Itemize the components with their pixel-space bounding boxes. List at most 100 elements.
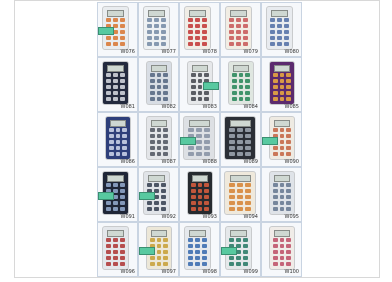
- keypad-key: [286, 188, 292, 193]
- keypad-key: [195, 261, 200, 266]
- product-thumbnail[interactable]: W081: [97, 57, 138, 112]
- product-thumbnail[interactable]: W096: [97, 222, 138, 277]
- keypad-key: [229, 41, 234, 46]
- product-code-label: W078: [202, 49, 218, 55]
- keypad-key: [163, 72, 169, 77]
- keypad-key: [202, 29, 207, 34]
- product-thumbnail[interactable]: W086: [97, 112, 138, 167]
- keypad-key: [204, 188, 210, 193]
- product-thumbnail[interactable]: W090: [261, 112, 302, 167]
- keypad-key: [156, 84, 162, 89]
- product-thumbnail[interactable]: W098: [179, 222, 220, 277]
- product-thumbnail[interactable]: W093: [179, 167, 220, 222]
- keypad-key: [270, 23, 275, 28]
- keypad-key: [122, 133, 128, 138]
- keypad-key: [195, 151, 203, 156]
- keypad-key: [188, 41, 193, 46]
- product-code-label: W097: [161, 269, 177, 275]
- product-thumbnail[interactable]: W097: [138, 222, 179, 277]
- keypad-key: [286, 182, 292, 187]
- keypad-key: [286, 78, 292, 83]
- product-thumbnail[interactable]: W092: [138, 167, 179, 222]
- product-thumbnail[interactable]: W089: [220, 112, 261, 167]
- keypad-buttons: [188, 17, 207, 46]
- product-thumbnail[interactable]: W091: [97, 167, 138, 222]
- product-thumbnail[interactable]: W083: [179, 57, 220, 112]
- product-thumbnail[interactable]: W079: [220, 2, 261, 57]
- keypad-key: [202, 255, 207, 260]
- ribbon-cable: [139, 192, 155, 201]
- keypad-key: [195, 41, 200, 46]
- keypad-key: [122, 127, 128, 132]
- keypad-key: [279, 127, 285, 132]
- keypad-key: [113, 84, 118, 89]
- keypad-key: [161, 188, 166, 193]
- product-thumbnail[interactable]: W095: [261, 167, 302, 222]
- keypad-key: [272, 90, 278, 95]
- keypad-key: [286, 194, 292, 199]
- keypad-key: [188, 29, 193, 34]
- keypad-key: [272, 72, 278, 77]
- keypad-key: [156, 249, 162, 254]
- keypad-key: [106, 41, 111, 46]
- product-thumbnail[interactable]: W078: [179, 2, 220, 57]
- keypad-key: [204, 151, 211, 156]
- product-thumbnail[interactable]: W077: [138, 2, 179, 57]
- display-window: [273, 64, 291, 72]
- product-code-label: W080: [284, 49, 300, 55]
- keypad-key: [238, 72, 244, 77]
- product-thumbnail[interactable]: W088: [179, 112, 220, 167]
- keypad-key: [245, 72, 251, 77]
- display-window: [106, 229, 125, 237]
- keypad-key: [120, 255, 125, 260]
- keypad-key: [149, 90, 155, 95]
- keypad-key: [106, 96, 111, 101]
- keypad-key: [245, 139, 252, 144]
- keypad-key: [197, 90, 203, 95]
- keypad-key: [279, 84, 285, 89]
- keypad-key: [163, 255, 169, 260]
- keypad-key: [245, 90, 251, 95]
- membrane-keypad-image: [106, 117, 130, 159]
- keypad-key: [163, 84, 169, 89]
- product-thumbnail[interactable]: W094: [220, 167, 261, 222]
- keypad-key: [272, 237, 278, 242]
- keypad-key: [204, 139, 211, 144]
- keypad-key: [272, 194, 278, 199]
- product-thumbnail[interactable]: W076: [97, 2, 138, 57]
- keypad-key: [286, 255, 292, 260]
- keypad-key: [113, 200, 118, 205]
- keypad-key: [190, 206, 196, 211]
- product-thumbnail[interactable]: W087: [138, 112, 179, 167]
- product-thumbnail[interactable]: W099: [220, 222, 261, 277]
- keypad-key: [120, 96, 125, 101]
- keypad-buttons: [272, 72, 292, 101]
- display-window: [150, 119, 168, 127]
- keypad-key: [243, 17, 248, 22]
- keypad-buttons: [190, 182, 210, 211]
- keypad-key: [245, 200, 252, 205]
- keypad-key: [243, 29, 248, 34]
- product-thumbnail[interactable]: W082: [138, 57, 179, 112]
- keypad-key: [229, 17, 234, 22]
- product-thumbnail[interactable]: W084: [220, 57, 261, 112]
- keypad-key: [120, 237, 125, 242]
- keypad-key: [277, 35, 282, 40]
- ribbon-cable: [180, 137, 196, 146]
- keypad-key: [187, 127, 194, 132]
- product-thumbnail[interactable]: W100: [261, 222, 302, 277]
- keypad-key: [154, 17, 159, 22]
- keypad-key: [229, 35, 234, 40]
- keypad-key: [279, 96, 285, 101]
- keypad-key: [156, 78, 162, 83]
- keypad-key: [272, 261, 278, 266]
- display-window: [147, 174, 166, 182]
- display-window: [229, 9, 248, 17]
- ribbon-cable: [262, 137, 278, 146]
- product-thumbnail[interactable]: W080: [261, 2, 302, 57]
- keypad-key: [106, 249, 111, 254]
- keypad-key: [195, 133, 203, 138]
- keypad-key: [272, 206, 278, 211]
- product-thumbnail[interactable]: W085: [261, 57, 302, 112]
- keypad-key: [188, 249, 193, 254]
